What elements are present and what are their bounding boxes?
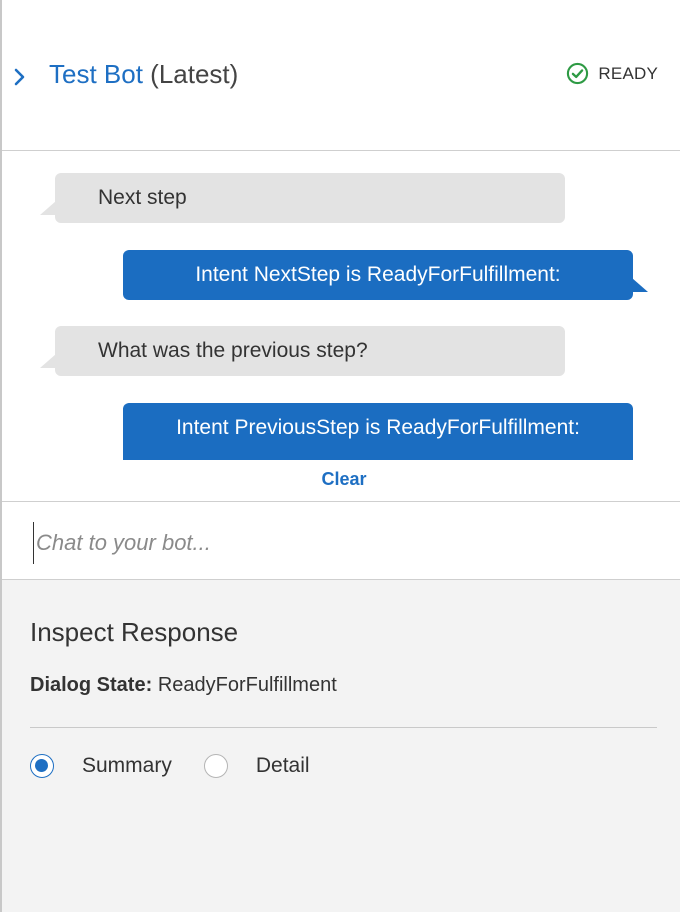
detail-radio-label[interactable]: Detail [256,754,310,778]
bot-message: Intent PreviousStep is ReadyForFulfillme… [123,403,633,460]
inspect-title: Inspect Response [30,617,239,647]
inspect-response-section: Inspect Response Dialog State: ReadyForF… [2,580,680,912]
conversation-area[interactable]: Next step Intent NextStep is ReadyForFul… [2,152,680,502]
test-bot-panel: Test Bot (Latest) READY Next step Intent… [0,0,680,912]
panel-header: Test Bot (Latest) READY [2,0,680,151]
chat-input-area [2,502,680,580]
dialog-state-label: Dialog State: [30,674,153,696]
bot-message: Intent NextStep is ReadyForFulfillment: [123,250,648,300]
user-message: What was the previous step? [40,326,565,376]
summary-radio[interactable] [30,754,54,778]
view-mode-radio-group: Summary Detail [30,754,342,778]
dialog-state: Dialog State: ReadyForFulfillment [30,674,337,697]
page-title: Test Bot (Latest) [49,58,238,90]
clear-link[interactable]: Clear [2,469,680,490]
status-label: READY [598,63,658,83]
summary-radio-label[interactable]: Summary [82,754,172,778]
divider [30,727,657,728]
bot-name: Test Bot [49,59,143,89]
dialog-state-value: ReadyForFulfillment [157,674,337,696]
chat-input[interactable] [33,522,658,564]
check-circle-icon [567,62,589,85]
user-message: Next step [40,173,565,223]
bot-version: (Latest) [150,59,239,89]
chevron-right-icon[interactable] [12,64,32,92]
status-badge: READY [566,62,658,85]
detail-radio[interactable] [203,754,228,778]
